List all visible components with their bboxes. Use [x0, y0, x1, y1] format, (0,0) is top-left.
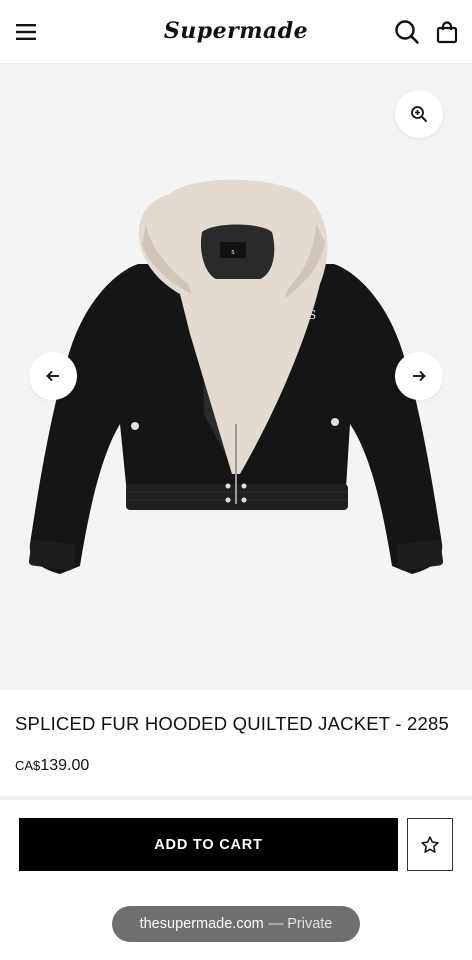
site-header: Supermade [0, 0, 472, 64]
product-gallery[interactable]: S S [0, 64, 472, 690]
divider [0, 796, 472, 800]
product-title: SPLICED FUR HOODED QUILTED JACKET - 2285 [15, 713, 449, 734]
product-price: CA$139.00 [15, 757, 89, 775]
private-mode-label: — Private [268, 916, 333, 932]
price-currency: CA$ [15, 758, 41, 773]
arrow-right-icon [413, 370, 426, 382]
arrow-left-icon [46, 370, 59, 382]
search-icon [395, 20, 419, 44]
price-amount: 139.00 [40, 757, 90, 774]
star-icon [421, 835, 439, 853]
wishlist-button[interactable] [407, 818, 453, 871]
svg-text:S: S [308, 308, 316, 322]
browser-url-pill[interactable]: thesupermade.com — Private [112, 906, 360, 942]
add-to-cart-button[interactable]: ADD TO CART [19, 818, 398, 871]
cart-button[interactable] [433, 18, 461, 46]
zoom-button[interactable] [395, 90, 443, 138]
product-image[interactable]: S S [20, 174, 452, 584]
url-domain: thesupermade.com [139, 916, 264, 932]
search-button[interactable] [393, 18, 421, 46]
next-image-button[interactable] [395, 352, 443, 400]
previous-image-button[interactable] [29, 352, 77, 400]
svg-text:S: S [231, 250, 234, 256]
shopping-bag-icon [436, 21, 458, 44]
zoom-in-icon [411, 106, 427, 122]
